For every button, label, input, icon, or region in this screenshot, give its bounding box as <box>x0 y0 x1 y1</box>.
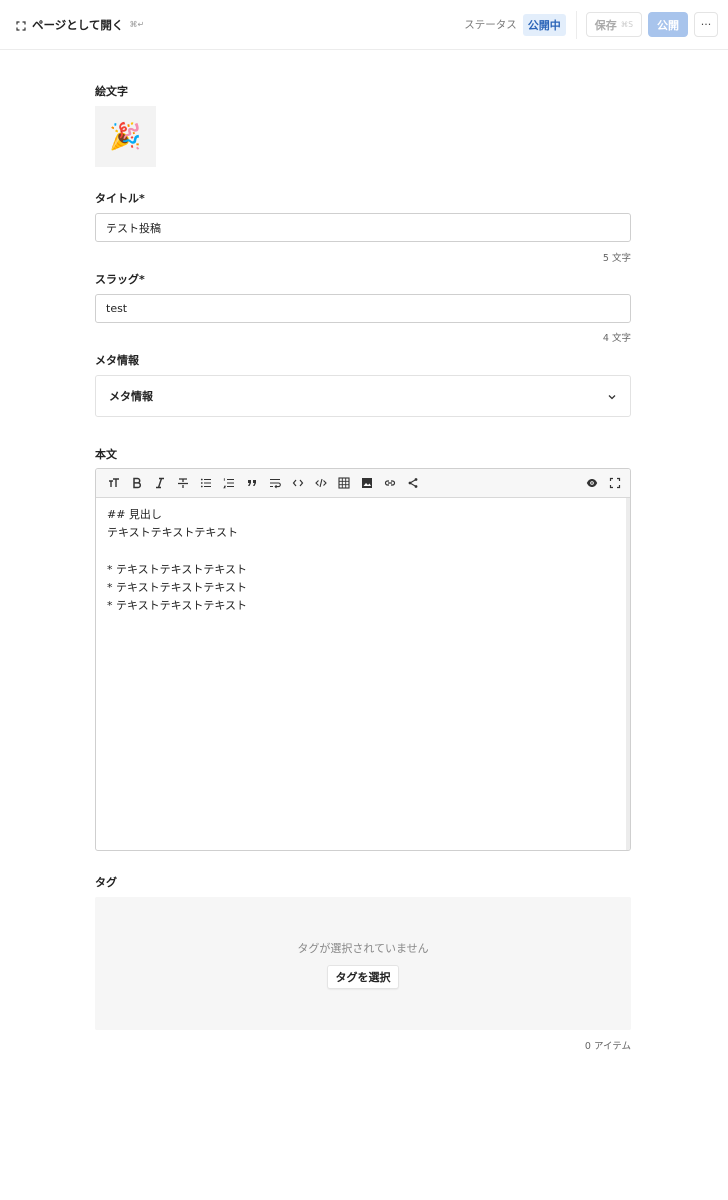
expand-icon <box>16 20 26 31</box>
strikethrough-icon[interactable] <box>171 473 194 493</box>
table-icon[interactable] <box>332 473 355 493</box>
status-badge: 公開中 <box>522 13 566 36</box>
code-block-icon[interactable] <box>309 473 332 493</box>
meta-label: メタ情報 <box>95 354 139 367</box>
editor-line: * テキストテキストテキスト <box>107 562 248 576</box>
tags-item-counter: 0 アイテム <box>584 1041 631 1052</box>
slug-input[interactable]: test <box>95 294 631 323</box>
italic-icon[interactable] <box>148 473 171 493</box>
publish-button[interactable]: 公開 <box>648 12 688 37</box>
fullscreen-icon[interactable] <box>603 473 626 493</box>
title-char-counter: 5 文字 <box>602 253 631 264</box>
share-icon[interactable] <box>401 473 424 493</box>
more-options-button[interactable]: ··· <box>694 12 718 37</box>
editor-line: ## 見出し <box>107 508 162 521</box>
open-as-page-shortcut: ⌘↵ <box>129 20 145 29</box>
slug-char-counter: 4 文字 <box>602 333 631 344</box>
bullet-list-icon[interactable] <box>194 473 217 493</box>
text-size-icon[interactable] <box>102 473 125 493</box>
editor-line: * テキストテキストテキスト <box>107 598 248 612</box>
quote-icon[interactable] <box>240 473 263 493</box>
emoji-picker[interactable]: 🎉 <box>95 106 156 167</box>
meta-accordion-label: メタ情報 <box>109 390 153 403</box>
editor-toolbar-right <box>580 473 626 493</box>
editor-toolbar <box>96 469 630 498</box>
markdown-editor: ## 見出し テキストテキストテキスト * テキストテキストテキスト * テキス… <box>95 468 631 851</box>
save-button-label: 保存 <box>594 18 617 32</box>
tag-selector: タグが選択されていません タグを選択 <box>95 897 631 1030</box>
tags-label: タグ <box>95 876 117 889</box>
editor-line: テキストテキストテキスト <box>107 526 239 540</box>
chevron-down-icon <box>607 391 617 401</box>
open-as-page-label: ページとして開く <box>32 17 124 32</box>
title-input[interactable]: テスト投稿 <box>95 213 631 242</box>
save-button[interactable]: 保存 ⌘S <box>585 12 642 37</box>
party-popper-emoji: 🎉 <box>109 121 142 152</box>
body-label: 本文 <box>95 448 117 461</box>
status-label: ステータス <box>464 19 517 31</box>
editor-scrollbar[interactable] <box>626 498 630 850</box>
editor-textarea[interactable]: ## 見出し テキストテキストテキスト * テキストテキストテキスト * テキス… <box>96 498 630 850</box>
header-actions: ステータス 公開中 保存 ⌘S 公開 ··· <box>464 10 718 39</box>
divider <box>575 10 577 39</box>
numbered-list-icon[interactable] <box>217 473 240 493</box>
wrap-icon[interactable] <box>263 473 286 493</box>
slug-label: スラッグ* <box>95 273 145 286</box>
open-as-page-button[interactable]: ページとして開く ⌘↵ <box>16 17 144 33</box>
image-icon[interactable] <box>355 473 378 493</box>
bold-icon[interactable] <box>125 473 148 493</box>
title-label: タイトル* <box>95 192 145 205</box>
meta-accordion[interactable]: メタ情報 <box>95 375 631 417</box>
top-bar: ページとして開く ⌘↵ ステータス 公開中 保存 ⌘S 公開 ··· <box>0 0 728 50</box>
editor-line: * テキストテキストテキスト <box>107 580 248 594</box>
link-icon[interactable] <box>378 473 401 493</box>
tags-empty-message: タグが選択されていません <box>297 942 429 955</box>
select-tags-button[interactable]: タグを選択 <box>327 965 399 989</box>
save-shortcut: ⌘S <box>620 20 633 29</box>
emoji-label: 絵文字 <box>95 85 128 98</box>
preview-icon[interactable] <box>580 473 603 493</box>
code-icon[interactable] <box>286 473 309 493</box>
